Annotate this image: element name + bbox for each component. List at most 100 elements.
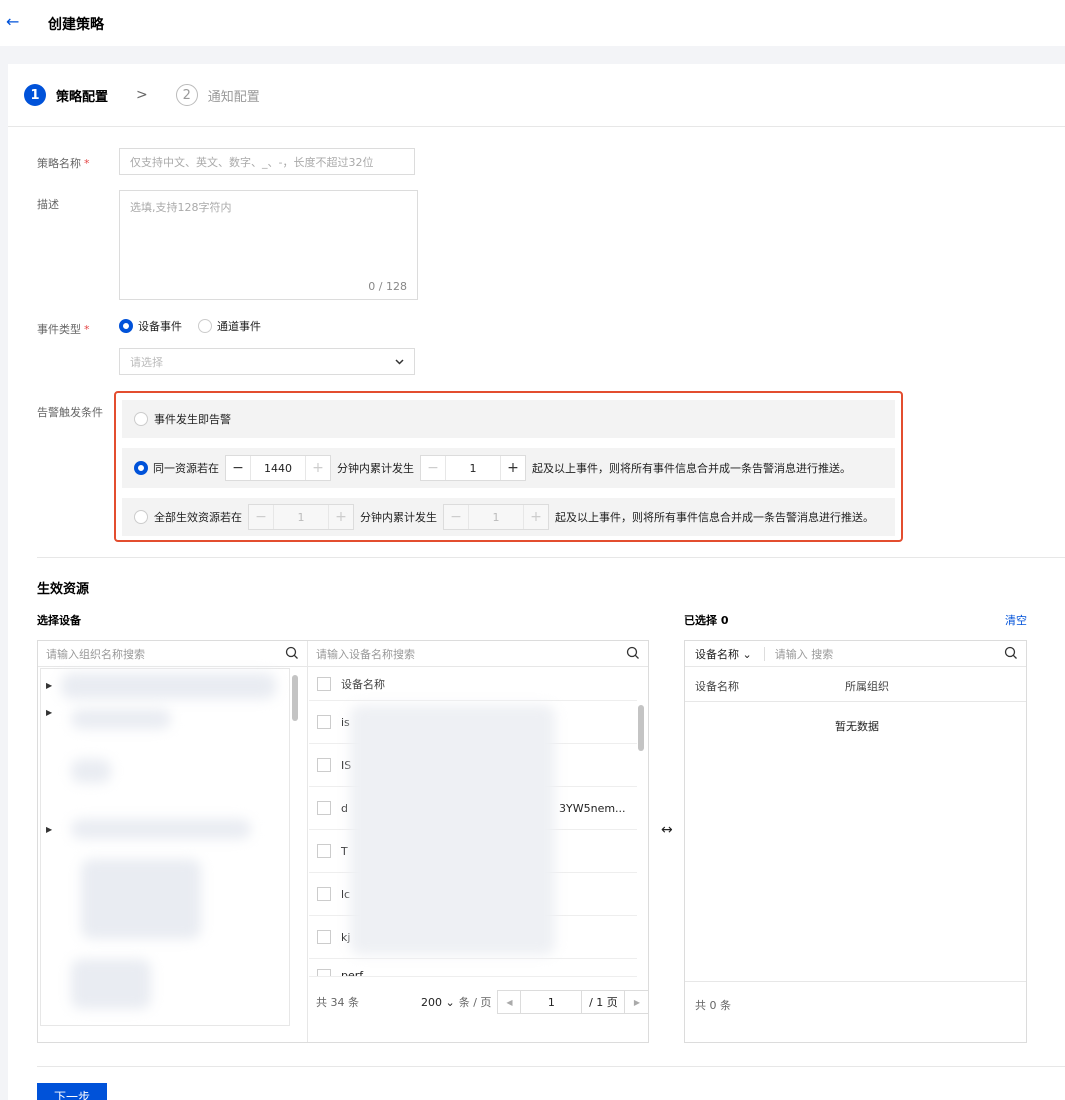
trigger-opt2-mid: 分钟内累计发生: [337, 462, 414, 475]
chevron-down-icon: [395, 359, 404, 365]
trigger-option-all-resources[interactable]: 全部生效资源若在 − 1 + 分钟内累计发生 − 1 + 起及以上事件，则将所有…: [122, 498, 895, 536]
plus-icon[interactable]: +: [306, 460, 330, 476]
radio-all-resources[interactable]: [134, 510, 148, 524]
row-checkbox[interactable]: [317, 715, 331, 729]
minutes-stepper[interactable]: − 1440 +: [225, 455, 331, 481]
desc-label: 描述: [37, 198, 59, 211]
selected-total: 共 0 条: [695, 999, 731, 1012]
event-select[interactable]: 请选择: [119, 348, 415, 375]
trigger-opt1-label: 事件发生即告警: [154, 413, 231, 426]
description-placeholder: 选填,支持128字符内: [130, 201, 232, 214]
blurred-content: [61, 673, 276, 699]
org-tree-scrollbar[interactable]: [292, 675, 298, 721]
device-name: lc: [341, 887, 351, 901]
row-checkbox[interactable]: [317, 930, 331, 944]
selected-title: 已选择 0: [684, 614, 729, 627]
device-event-label: 设备事件: [138, 320, 182, 333]
count-value-disabled: 1: [468, 505, 524, 529]
minus-icon: −: [255, 509, 267, 525]
radio-immediate[interactable]: [134, 412, 148, 426]
plus-icon[interactable]: +: [501, 460, 525, 476]
select-all-checkbox[interactable]: [317, 676, 331, 691]
blurred-content: [71, 709, 171, 729]
filter-field-select[interactable]: 设备名称 ⌄: [695, 646, 752, 662]
plus-icon: +: [530, 509, 542, 525]
search-icon[interactable]: [1004, 646, 1018, 660]
org-search-input[interactable]: 请输入组织名称搜索: [38, 641, 307, 667]
transfer-icon: ↔: [661, 822, 673, 838]
page-title: 创建策略: [48, 17, 104, 33]
search-icon[interactable]: [285, 646, 299, 660]
page-size-select[interactable]: 200 ⌄: [421, 996, 455, 1009]
blurred-content: [71, 759, 111, 783]
step-1-label: 策略配置: [56, 89, 109, 105]
radio-same-resource[interactable]: [134, 461, 148, 475]
page-input[interactable]: 1: [521, 990, 582, 1014]
clear-button[interactable]: 清空: [1005, 612, 1027, 628]
col-org: 所属组织: [845, 680, 889, 693]
radio-device-event[interactable]: [119, 319, 133, 333]
row-checkbox[interactable]: [317, 758, 331, 772]
step-2-label: 通知配置: [207, 89, 260, 105]
blurred-content: [81, 859, 201, 939]
select-device-title: 选择设备: [37, 614, 81, 627]
radio-channel-event[interactable]: [198, 319, 212, 333]
device-row[interactable]: perf: [309, 959, 637, 977]
plus-icon: +: [335, 509, 347, 525]
device-name: is: [341, 715, 350, 729]
caret-right-icon[interactable]: ▶: [46, 708, 52, 717]
description-textarea[interactable]: 选填,支持128字符内 0 / 128: [119, 190, 418, 300]
trigger-option-immediate[interactable]: 事件发生即告警: [122, 400, 895, 438]
trigger-option-same-resource[interactable]: 同一资源若在 − 1440 + 分钟内累计发生 − 1 + 起及以上事件，则将所…: [122, 448, 895, 488]
org-search-placeholder: 请输入组织名称搜索: [46, 647, 145, 661]
device-search-placeholder: 请输入设备名称搜索: [316, 647, 415, 661]
panel-divider: [307, 641, 308, 1042]
total-pages: / 1 页: [581, 990, 626, 1014]
caret-right-icon[interactable]: ▶: [46, 825, 52, 834]
col-device-name: 设备名称: [695, 680, 739, 693]
selected-footer-divider: [685, 981, 1026, 982]
device-name-tail: 3YW5nem...: [559, 801, 626, 815]
page-size-value: 200: [421, 995, 442, 1009]
top-bar: ← 创建策略: [0, 0, 1065, 46]
minus-icon[interactable]: −: [421, 460, 445, 476]
name-label: 策略名称 *: [37, 157, 90, 170]
org-tree: [40, 668, 290, 1026]
device-search-input[interactable]: 请输入设备名称搜索: [308, 641, 648, 667]
caret-right-icon[interactable]: ▶: [46, 681, 52, 690]
minus-icon[interactable]: −: [226, 460, 250, 476]
trigger-opt2-prefix: 同一资源若在: [153, 462, 219, 475]
device-list-header: 设备名称: [309, 667, 637, 701]
step-2-number: 2: [175, 84, 198, 106]
selected-search-input[interactable]: 请输入 搜索: [775, 646, 834, 662]
per-page-label: 条 / 页: [458, 996, 492, 1009]
device-list-scrollbar[interactable]: [638, 705, 644, 751]
blurred-content: [350, 705, 555, 955]
steps-divider: [8, 126, 1065, 127]
device-name: d: [341, 801, 348, 815]
total-count: 共 34 条: [316, 996, 359, 1009]
arrow-left-icon[interactable]: ←: [6, 14, 19, 30]
row-checkbox[interactable]: [317, 887, 331, 901]
minutes-value[interactable]: 1440: [250, 456, 306, 480]
prev-page-button[interactable]: ◀: [497, 990, 522, 1014]
steps-bar: 1 策略配置 > 2 通知配置: [24, 84, 260, 106]
empty-text: 暂无数据: [835, 720, 879, 733]
trigger-label: 告警触发条件: [37, 406, 103, 419]
row-checkbox[interactable]: [317, 969, 331, 976]
row-checkbox[interactable]: [317, 801, 331, 815]
count-stepper-disabled: − 1 +: [443, 504, 549, 530]
trigger-conditions-box: 事件发生即告警 同一资源若在 − 1440 + 分钟内累计发生 − 1 + 起及…: [114, 391, 903, 542]
minutes-stepper-disabled: − 1 +: [248, 504, 354, 530]
row-checkbox[interactable]: [317, 844, 331, 858]
strategy-name-input[interactable]: 仅支持中文、英文、数字、_、-，长度不超过32位: [119, 148, 415, 175]
separator: [763, 646, 765, 661]
search-icon[interactable]: [626, 646, 640, 660]
count-stepper[interactable]: − 1 +: [420, 455, 526, 481]
next-page-button[interactable]: ▶: [625, 990, 650, 1014]
event-select-placeholder: 请选择: [130, 355, 163, 369]
next-button[interactable]: 下一步: [37, 1083, 107, 1100]
trigger-opt2-suffix: 起及以上事件，则将所有事件信息合并成一条告警消息进行推送。: [532, 462, 851, 475]
trigger-opt3-mid: 分钟内累计发生: [360, 511, 437, 524]
count-value[interactable]: 1: [445, 456, 501, 480]
